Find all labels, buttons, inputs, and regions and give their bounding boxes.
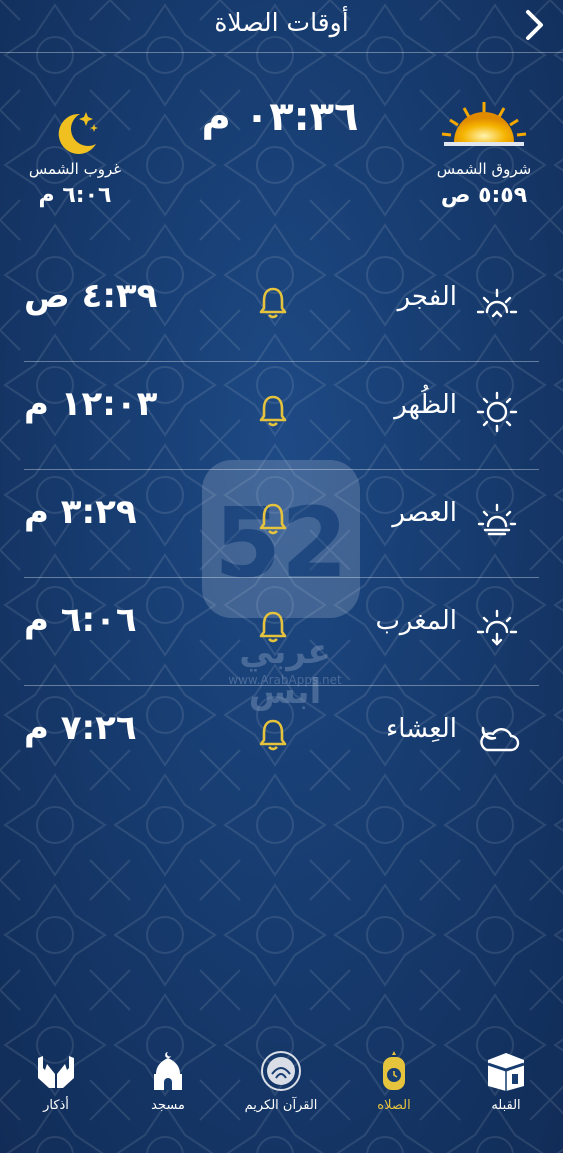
current-time: ٠٣:٣٦ م <box>201 94 359 140</box>
nav-item-qibla[interactable]: القبله <box>456 1050 556 1113</box>
prayer-name: الظُهر <box>394 390 457 420</box>
prayer-row-asr: ٣:٢٩ م العصر <box>24 470 539 578</box>
sun-icon <box>476 391 518 433</box>
sunset-label: غروب الشمس <box>28 160 122 178</box>
nav-label: الصلاه <box>377 1098 411 1113</box>
praying-hands-icon <box>38 1056 74 1088</box>
kaaba-icon <box>487 1053 525 1091</box>
moon-stars-icon <box>58 112 98 154</box>
prayer-clock-icon <box>383 1051 405 1090</box>
nav-item-adhkar[interactable]: أذكار <box>6 1050 106 1113</box>
nav-label: القبله <box>491 1098 521 1113</box>
nav-label: مسجد <box>151 1098 185 1113</box>
sunrise-small-icon <box>476 288 518 318</box>
page-title: أوقات الصلاة <box>214 8 349 37</box>
prayer-name: العِشاء <box>385 714 457 744</box>
prayer-row-fajr: ٤:٣٩ ص الفجر <box>24 254 539 362</box>
prayer-time: ٣:٢٩ م <box>24 492 137 532</box>
bell-icon[interactable] <box>258 502 288 536</box>
nav-label: القرآن الكريم <box>244 1098 318 1113</box>
sunset-time: ٦:٠٦ م <box>38 183 112 208</box>
bell-icon[interactable] <box>258 394 288 428</box>
sunrise-icon <box>441 102 527 146</box>
prayer-name: العصر <box>392 498 457 528</box>
prayer-row-dhuhr: ١٢:٠٣ م الظُهر <box>24 362 539 470</box>
header-bar: أوقات الصلاة <box>0 0 563 53</box>
bell-icon[interactable] <box>258 718 288 752</box>
mosque-icon <box>154 1052 182 1090</box>
prayer-name: المغرب <box>375 606 457 636</box>
nav-item-mosque[interactable]: مسجد <box>118 1050 218 1113</box>
prayer-time: ٦:٠٦ م <box>24 600 137 640</box>
prayer-time: ١٢:٠٣ م <box>24 384 158 424</box>
sunrise-time: ٥:٥٩ ص <box>440 183 528 208</box>
prayer-time: ٤:٣٩ ص <box>24 276 158 316</box>
moon-cloud-icon <box>480 726 520 752</box>
sun-low-icon <box>477 503 517 536</box>
prayer-row-maghrib: ٦:٠٦ م المغرب <box>24 578 539 686</box>
chevron-right-icon[interactable] <box>519 8 549 42</box>
nav-label: أذكار <box>43 1098 69 1113</box>
bottom-nav: القبله الصلاه القرآن الكريم مسجد أذكار <box>0 1040 563 1153</box>
bell-icon[interactable] <box>258 610 288 644</box>
sunrise-label: شروق الشمس <box>436 160 532 178</box>
prayer-time: ٧:٢٦ م <box>24 708 137 748</box>
nav-item-quran[interactable]: القرآن الكريم <box>231 1050 331 1113</box>
nav-item-prayer[interactable]: الصلاه <box>344 1050 444 1113</box>
bell-icon[interactable] <box>258 286 288 320</box>
quran-icon <box>261 1051 301 1091</box>
prayer-row-isha: ٧:٢٦ م العِشاء <box>24 686 539 793</box>
prayer-name: الفجر <box>397 282 457 312</box>
sunset-small-icon <box>476 609 518 646</box>
